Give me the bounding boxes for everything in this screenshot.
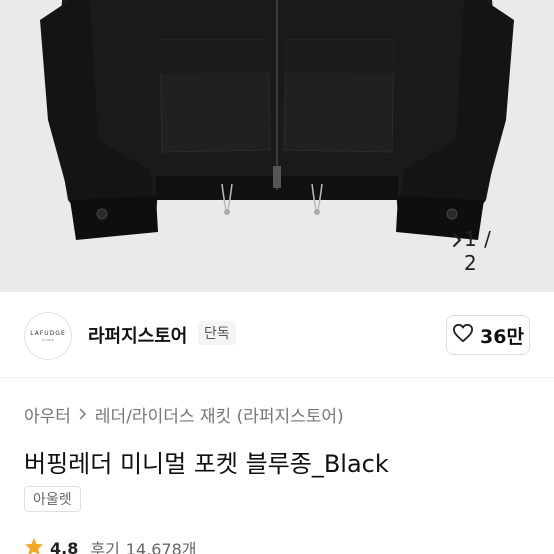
store-name[interactable]: 라퍼지스토어 <box>88 322 187 348</box>
store-logo-text: LAFUDGE <box>30 330 66 337</box>
review-label: 후기 <box>90 540 120 554</box>
store-badge: 단독 <box>198 321 236 345</box>
chevron-right-icon <box>79 406 87 424</box>
pager-text: 1 / 2 <box>464 227 492 275</box>
product-image[interactable]: 1 / 2 <box>0 0 554 292</box>
review-count: 14,678개 <box>125 540 197 554</box>
like-count: 36만 <box>480 325 524 348</box>
store-logo[interactable]: LAFUDGE STORE <box>24 312 72 360</box>
heart-outline-icon <box>452 323 474 347</box>
like-button[interactable]: 36만 <box>446 315 530 355</box>
breadcrumb-item-category[interactable]: 레더/라이더스 재킷 (라퍼지스토어) <box>95 402 344 427</box>
breadcrumb-item-outer[interactable]: 아우터 <box>24 402 71 427</box>
store-logo-sub: STORE <box>41 338 55 342</box>
outlet-tag: 아울렛 <box>24 486 81 512</box>
store-row: LAFUDGE STORE 라퍼지스토어 단독 36만 <box>0 292 554 378</box>
rating-row[interactable]: 4.8 후기 14,678개 <box>24 536 197 554</box>
chevron-right-icon[interactable] <box>453 233 534 261</box>
breadcrumb: 아우터 레더/라이더스 재킷 (라퍼지스토어) <box>24 402 344 427</box>
star-icon <box>24 537 44 554</box>
product-title: 버핑레더 미니멀 포켓 블루종_Black <box>24 450 389 478</box>
image-pager[interactable]: 1 / 2 <box>452 227 534 275</box>
rating-value: 4.8 <box>50 538 79 554</box>
